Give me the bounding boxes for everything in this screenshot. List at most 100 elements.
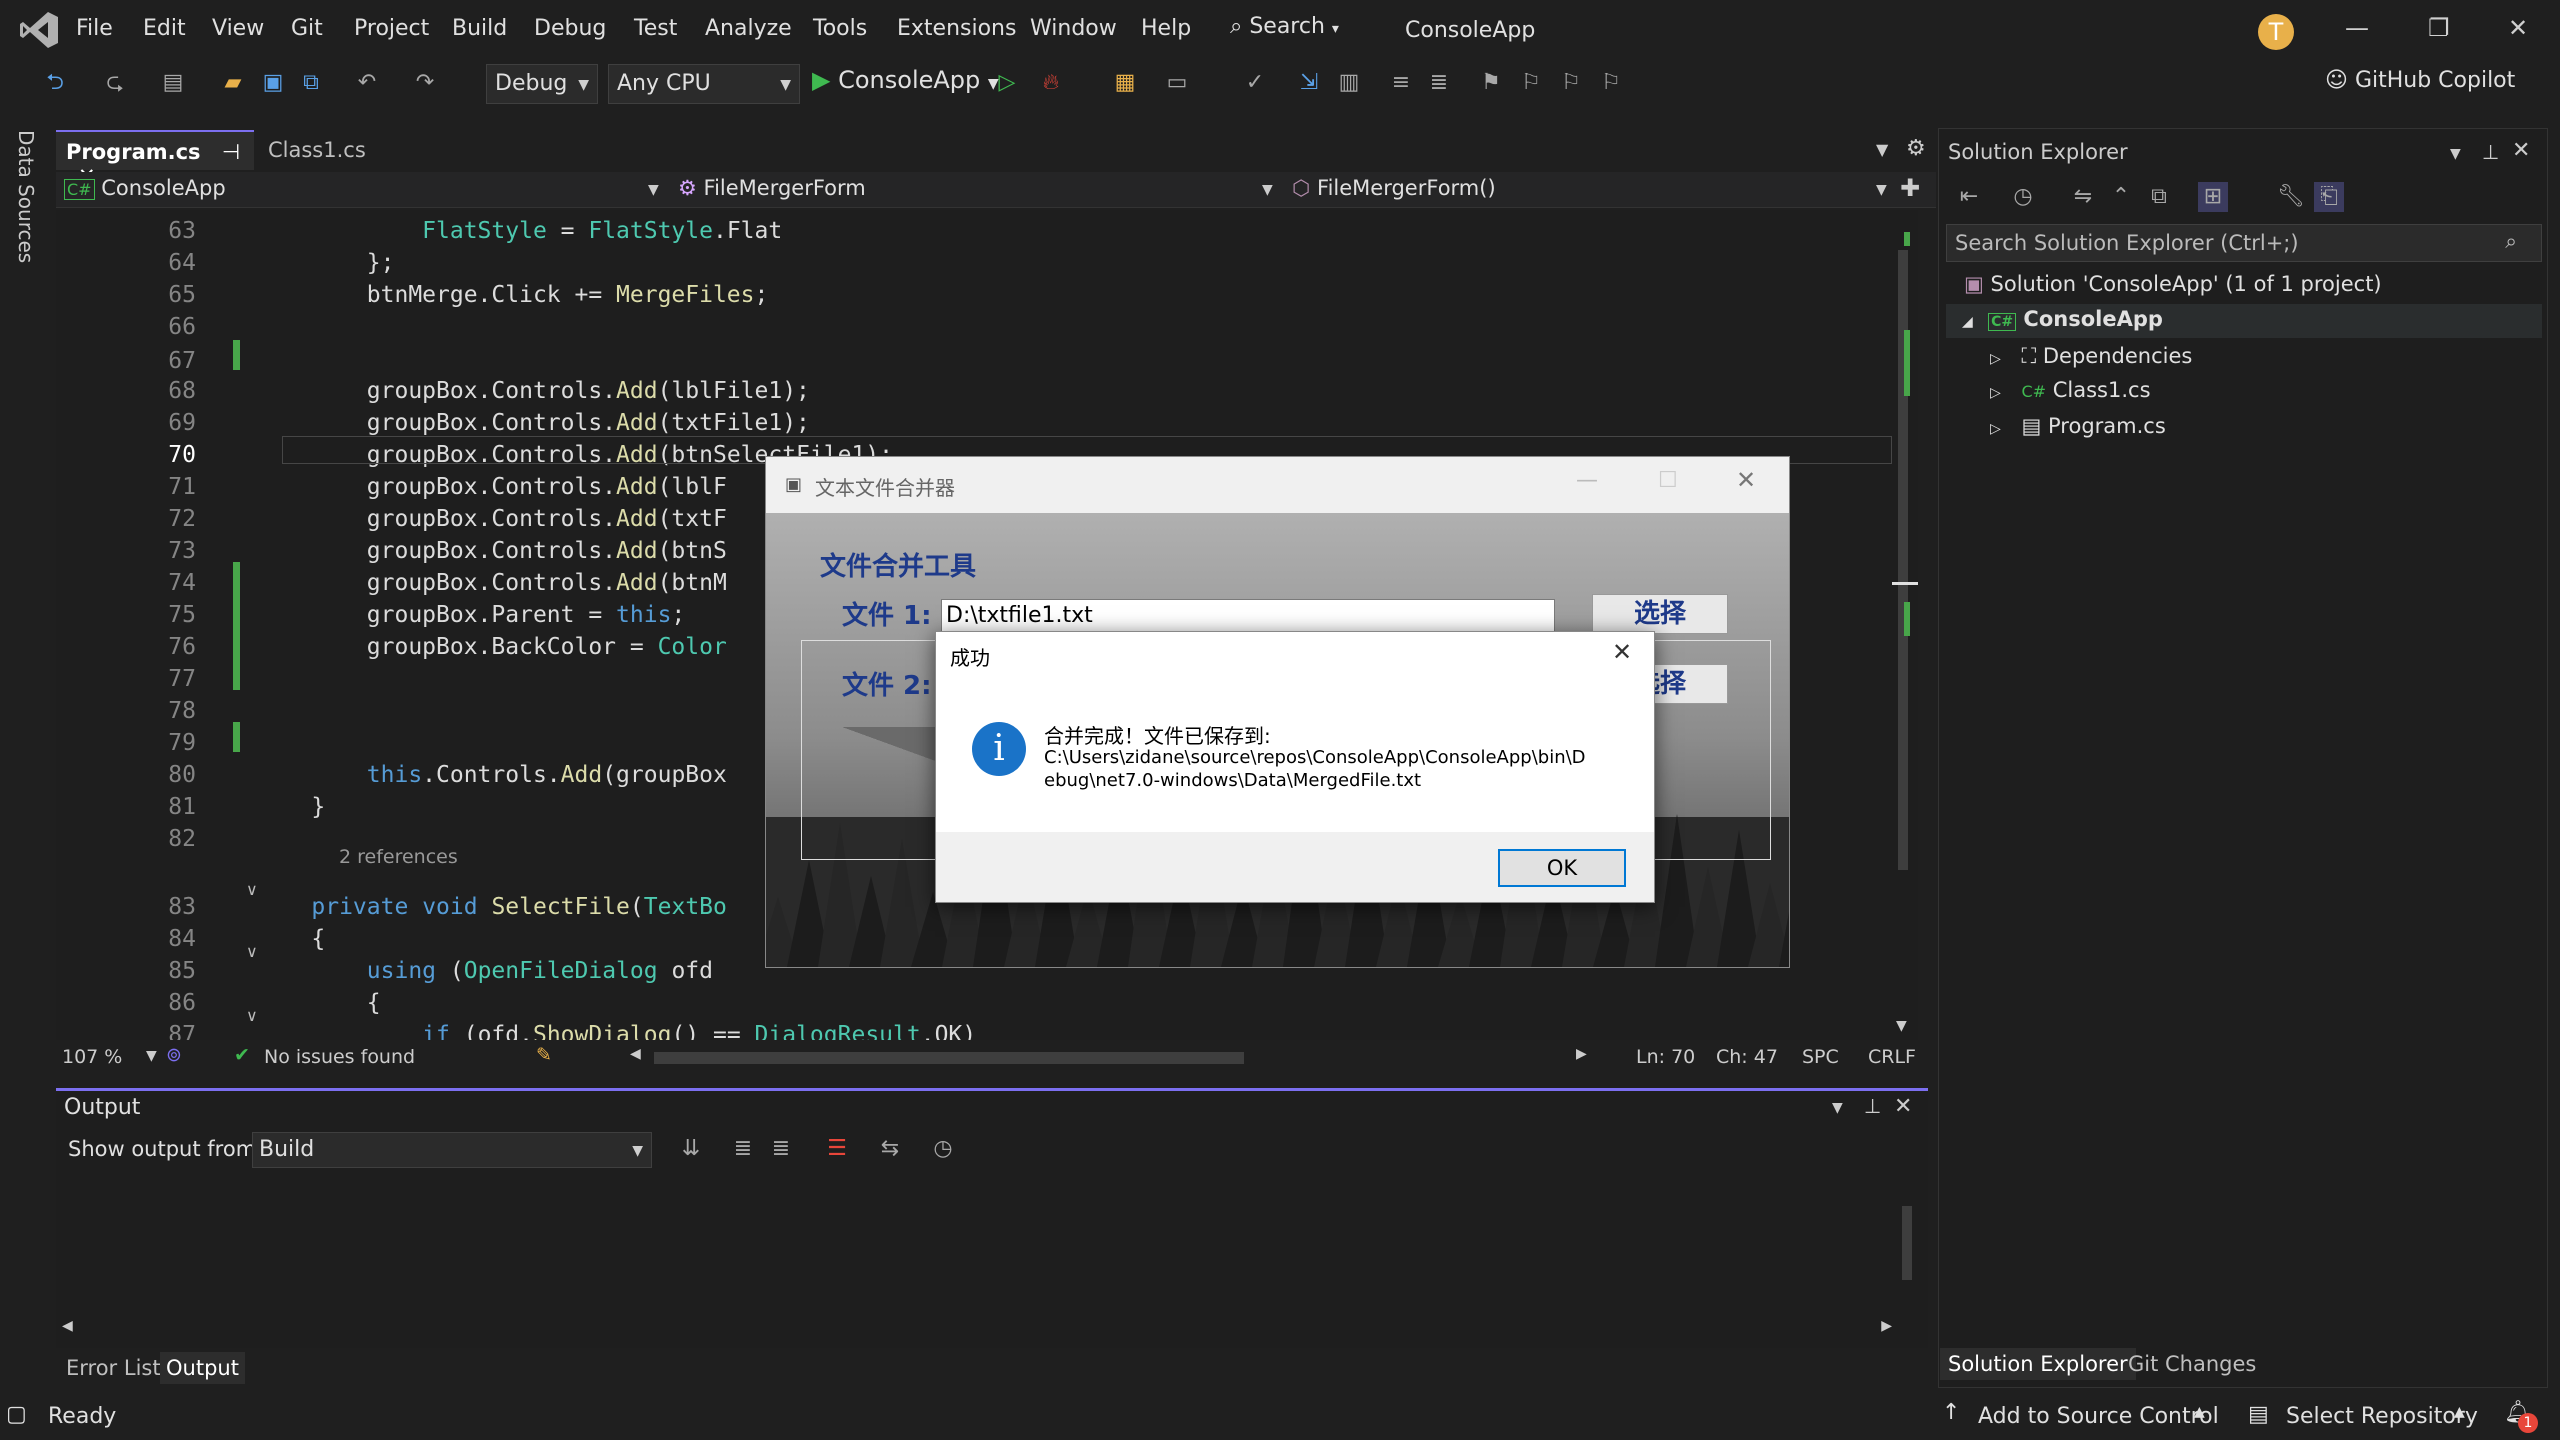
step-icon[interactable]: ⇲ (1294, 68, 1324, 98)
code-line[interactable]: } (256, 794, 325, 820)
tree-item-class1[interactable]: ▷ C# Class1.cs (1990, 378, 2151, 402)
code-line[interactable]: private void SelectFile(TextBo (256, 894, 726, 920)
tab-error-list[interactable]: Error List (60, 1352, 167, 1384)
platform-select[interactable]: Any CPU ▼ (608, 64, 800, 104)
menu-build[interactable]: Build (452, 16, 507, 41)
scroll-right-icon[interactable]: ▶ (1576, 1046, 1587, 1062)
start-without-debugging-icon[interactable]: ▷ (992, 68, 1022, 98)
hot-reload-icon[interactable]: 🔥︎ (1036, 68, 1066, 98)
layout-icon[interactable]: ▭ (1162, 68, 1192, 98)
scroll-left-icon[interactable]: ◀ (62, 1318, 73, 1334)
save-all-icon[interactable]: ⧉ (296, 68, 326, 98)
code-line[interactable]: groupBox.Controls.Add(txtF (256, 506, 727, 532)
timestamp-icon[interactable]: ◷ (928, 1134, 958, 1164)
tree-project[interactable]: ◢ C# ConsoleApp (1946, 304, 2542, 338)
chevron-down-icon[interactable]: ▼ (1832, 1100, 1843, 1116)
menu-file[interactable]: File (76, 16, 113, 41)
ok-button[interactable]: OK (1498, 849, 1626, 887)
github-copilot-button[interactable]: ☺ GitHub Copilot (2325, 68, 2515, 93)
add-to-source-control[interactable]: Add to Source Control (1978, 1404, 2219, 1429)
sync-icon[interactable]: ⇤ (1954, 182, 1984, 212)
chevron-down-icon[interactable]: ▼ (648, 182, 659, 198)
menu-extensions[interactable]: Extensions (897, 16, 1016, 41)
menu-debug[interactable]: Debug (534, 16, 606, 41)
code-line[interactable]: if (ofd.ShowDialog() == DialogResult.OK) (256, 1022, 976, 1040)
output-content[interactable] (58, 1175, 1920, 1315)
zoom-level[interactable]: 107 % (62, 1046, 122, 1068)
bookmark-icon[interactable]: ⚑ (1476, 68, 1506, 98)
notification-tray-icon[interactable]: ▢ (6, 1402, 27, 1427)
code-line[interactable]: groupBox.Parent = this; (256, 602, 686, 628)
code-cleanup-icon[interactable]: ✎ (536, 1044, 552, 1066)
menu-analyze[interactable]: Analyze (705, 16, 792, 41)
tab-git-changes[interactable]: Git Changes (2120, 1348, 2264, 1380)
bookmark-next-icon[interactable]: ⚐ (1556, 68, 1586, 98)
winform-maximize-button[interactable]: ☐ (1658, 468, 1678, 493)
outdent-icon[interactable]: ≣ (1424, 68, 1454, 98)
close-button[interactable]: ✕ (2508, 14, 2528, 42)
code-lens-references[interactable]: 2 references (339, 846, 458, 868)
spellcheck-icon[interactable]: ✓ (1240, 68, 1270, 98)
bookmark-clear-icon[interactable]: ⚐ (1596, 68, 1626, 98)
select-repository[interactable]: Select Repository (2286, 1404, 2478, 1429)
scroll-thumb[interactable] (1902, 1206, 1912, 1280)
menu-git[interactable]: Git (291, 16, 323, 41)
file1-input[interactable]: D:\txtfile1.txt (941, 599, 1555, 633)
collapse-all-icon[interactable]: ⌃ (2106, 182, 2136, 212)
show-all-files-icon[interactable]: ⧉ (2144, 182, 2174, 212)
chevron-down-icon[interactable]: ▼ (1262, 182, 1273, 198)
visual-studio-logo-icon[interactable] (18, 10, 60, 50)
preview-icon[interactable]: ⎗ (2314, 182, 2344, 212)
tab-class1-cs[interactable]: Class1.cs (258, 130, 428, 170)
output-source-select[interactable]: Build ▼ (252, 1132, 652, 1168)
scroll-right-icon[interactable]: ▶ (1881, 1318, 1892, 1334)
chevron-up-icon[interactable]: ▲ (2194, 1404, 2205, 1420)
browse-folder-icon[interactable]: ▦ (1110, 68, 1140, 98)
pin-icon[interactable]: ⊣ (222, 140, 240, 164)
code-line[interactable]: groupBox.Controls.Add(txtFile1); (256, 410, 810, 436)
code-line[interactable]: }; (256, 250, 395, 276)
code-line[interactable]: using (OpenFileDialog ofd (256, 958, 713, 984)
tree-solution[interactable]: ▣ Solution 'ConsoleApp' (1 of 1 project) (1964, 272, 2382, 296)
chevron-down-icon[interactable]: ▼ (1876, 182, 1887, 198)
swap-views-icon[interactable]: ⇋ (2068, 182, 2098, 212)
undo-icon[interactable]: ↶ (352, 68, 382, 98)
menu-window[interactable]: Window (1030, 16, 1117, 41)
menu-help[interactable]: Help (1141, 16, 1191, 41)
output-vertical-scrollbar[interactable] (1896, 1180, 1918, 1310)
menu-edit[interactable]: Edit (143, 16, 186, 41)
history-icon[interactable]: ◷ (2008, 182, 2038, 212)
code-line[interactable]: this.Controls.Add(groupBox (256, 762, 727, 788)
tab-program-cs[interactable]: Program.cs ⊣ ✕ (56, 130, 254, 188)
tree-item-dependencies[interactable]: ▷ ⛶ Dependencies (1990, 344, 2192, 369)
minimize-button[interactable]: — (2345, 14, 2369, 42)
close-icon[interactable]: ✕ (2512, 138, 2530, 163)
editor-vertical-scrollbar[interactable]: ▼ (1892, 210, 1918, 1040)
line-number[interactable]: Ln: 70 (1636, 1046, 1695, 1068)
code-line[interactable]: FlatStyle = FlatStyle.Flat (256, 218, 782, 244)
winform-minimize-button[interactable]: — (1576, 468, 1598, 493)
code-line[interactable]: { (256, 926, 325, 952)
next-message-icon[interactable]: ≣ (766, 1134, 796, 1164)
fold-icon[interactable]: ∨ (246, 1006, 258, 1025)
chevron-up-icon[interactable]: ▲ (2454, 1404, 2465, 1420)
properties-icon[interactable]: 🔧︎ (2276, 182, 2306, 212)
forward-icon[interactable]: ⮎ (100, 68, 130, 98)
open-folder-icon[interactable]: ▰ (218, 68, 248, 98)
code-line[interactable]: groupBox.Controls.Add(btnM (256, 570, 727, 596)
member-dropdown[interactable]: ⬡ FileMergerForm() (1292, 176, 1496, 200)
chevron-down-icon[interactable]: ▼ (2450, 146, 2461, 162)
horizontal-scrollbar[interactable] (654, 1052, 1244, 1064)
clear-all-icon[interactable]: ☰ (822, 1134, 852, 1164)
chevron-down-icon[interactable]: ▼ (146, 1048, 157, 1064)
close-icon[interactable]: ✕ (1894, 1094, 1912, 1119)
indent-mode[interactable]: SPC (1802, 1046, 1839, 1068)
split-icon[interactable]: ✚ (1900, 174, 1920, 202)
save-icon[interactable]: ▣ (258, 68, 288, 98)
prev-message-icon[interactable]: ≣ (728, 1134, 758, 1164)
scroll-left-icon[interactable]: ◀ (630, 1046, 641, 1062)
indent-icon[interactable]: ≡ (1386, 68, 1416, 98)
code-line[interactable]: groupBox.Controls.Add(lblF (256, 474, 727, 500)
class-dropdown[interactable]: ⚙ FileMergerForm (678, 176, 866, 200)
project-dropdown[interactable]: C# ConsoleApp (64, 176, 226, 200)
